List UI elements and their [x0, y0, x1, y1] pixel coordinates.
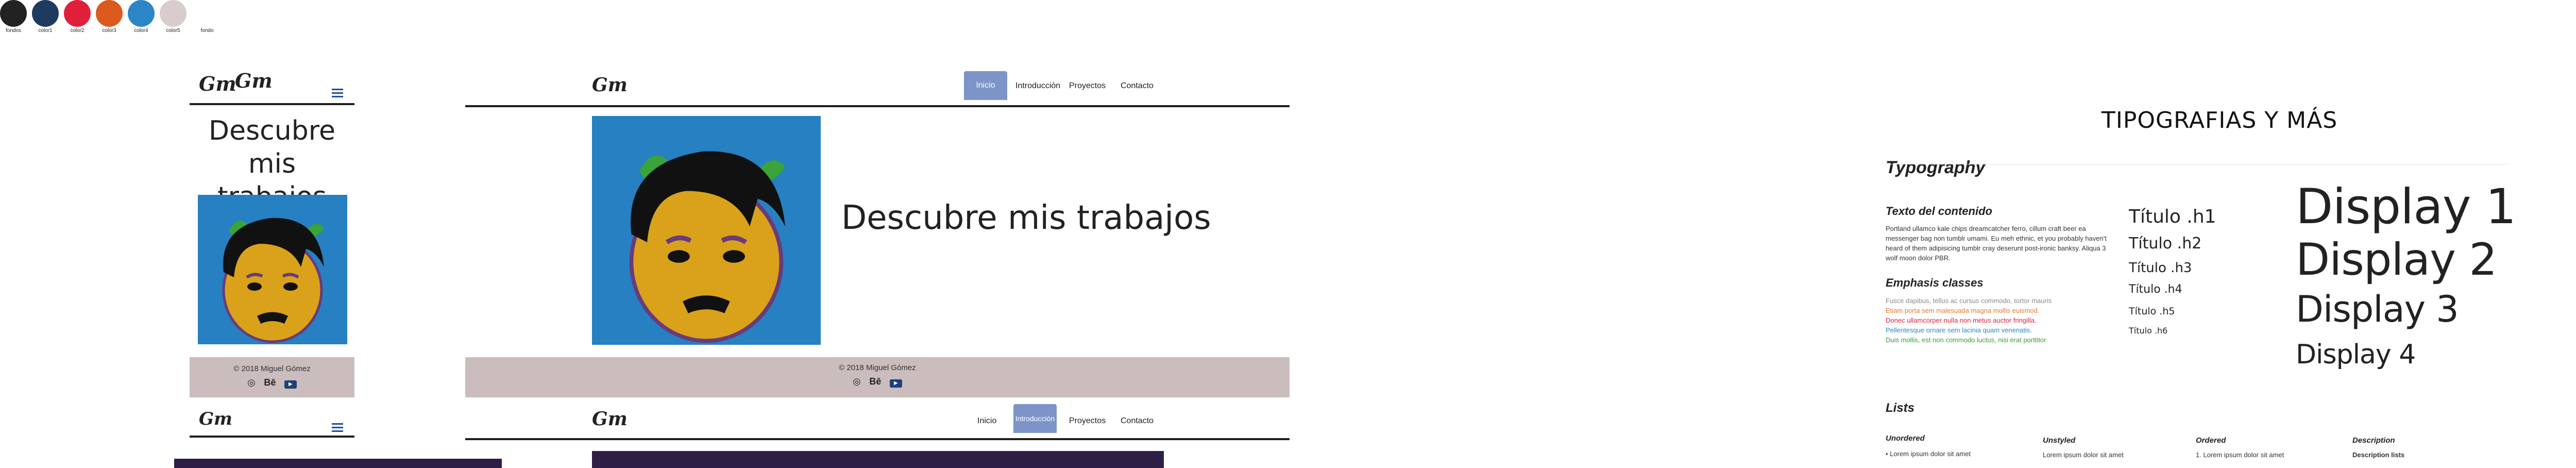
emphasis-info: Pellentesque ornare sem lacinia quam ven… — [1886, 326, 2032, 334]
social-links: ◎ Bē ▶ — [190, 377, 354, 389]
swatch-color1 — [32, 0, 59, 27]
instagram-icon[interactable]: ◎ — [247, 377, 256, 388]
emphasis-success: Duis mollis, est non commodo luctus, nis… — [1886, 336, 2046, 344]
swatch-label: color2 — [70, 28, 84, 34]
swatch-color3 — [96, 0, 123, 27]
hamburger-menu-icon[interactable] — [332, 423, 343, 425]
display-1: Display 1 — [2296, 179, 2516, 235]
content-heading: Texto del contenido — [1886, 205, 1992, 218]
swatch-label: fondo — [200, 28, 214, 34]
logo[interactable]: Gm — [592, 74, 628, 96]
list-ordered: Ordered 1. Lorem ipsum dolor sit amet — [2196, 436, 2340, 459]
nav-contacto[interactable]: Contacto — [1121, 416, 1154, 426]
list-item: 1. Lorem ipsum dolor sit amet — [2196, 451, 2284, 459]
desktop-header-2: Gm Inicio Introducción Proyectos Contact… — [465, 402, 1290, 440]
swatch-label: fondos — [5, 28, 22, 34]
copyright-text: 2018 Miguel Gómez — [241, 364, 311, 373]
mobile-header-2: Gm — [190, 405, 354, 438]
swatch-color4 — [128, 0, 155, 27]
lists-heading: Lists — [1886, 401, 1915, 415]
logo-secondary: Gm — [235, 69, 273, 92]
logo[interactable]: Gm — [199, 409, 232, 429]
copyright-row: © 2018 Miguel Gómez — [465, 363, 1290, 372]
list-item: Lorem ipsum dolor sit amet — [2043, 451, 2124, 459]
list-heading: Ordered — [2196, 436, 2226, 445]
mobile-project-banner — [174, 459, 502, 468]
mobile-avatar — [198, 195, 347, 344]
youtube-icon[interactable]: ▶ — [284, 380, 297, 389]
nav-contacto[interactable]: Contacto — [1121, 81, 1154, 91]
list-unordered: Unordered • Lorem ipsum dolor sit amet — [1886, 434, 2030, 458]
display-2: Display 2 — [2296, 234, 2497, 286]
swatch-color5 — [160, 0, 187, 27]
swatch-label: color3 — [102, 28, 116, 34]
heading-h3: Título .h3 — [2129, 260, 2192, 276]
behance-icon[interactable]: Bē — [264, 377, 276, 388]
typography-section-heading: Typography — [1886, 158, 1986, 177]
list-heading: Unstyled — [2043, 436, 2076, 445]
copyright-icon: © — [233, 364, 240, 373]
heading-h1: Título .h1 — [2129, 206, 2216, 227]
display-3: Display 3 — [2296, 288, 2459, 330]
emphasis-heading: Emphasis classes — [1886, 276, 1984, 289]
emphasis-danger: Donec ullamcorper nulla non metus auctor… — [1886, 316, 2037, 324]
desktop-avatar — [592, 116, 821, 345]
list-unstyled: Unstyled Lorem ipsum dolor sit amet — [2043, 436, 2187, 459]
typography-title: TIPOGRAFIAS Y MÁS — [2102, 107, 2338, 133]
logo[interactable]: Gm — [592, 408, 628, 430]
swatch-label: color5 — [166, 28, 180, 34]
instagram-icon[interactable]: ◎ — [853, 376, 861, 387]
desktop-hero-title: Descubre mis trabajos — [841, 199, 1211, 237]
copyright-row: © 2018 Miguel Gómez — [190, 364, 354, 373]
copyright-text: 2018 Miguel Gómez — [846, 363, 916, 372]
mobile-footer: © 2018 Miguel Gómez ◎ Bē ▶ — [190, 357, 354, 397]
list-item: • Lorem ipsum dolor sit amet — [1886, 450, 1971, 458]
nav-introduccion[interactable]: Introducción — [1015, 81, 1060, 91]
nav-introduccion[interactable]: Introducción — [1013, 404, 1057, 433]
emphasis-muted: Fusce dapibus, tellus ac cursus commodo,… — [1886, 297, 2052, 305]
list-heading: Description — [2352, 436, 2395, 445]
desktop-header: Gm Inicio Introducción Proyectos Contact… — [465, 67, 1290, 107]
nav-inicio[interactable]: Inicio — [977, 416, 996, 426]
hamburger-menu-icon[interactable] — [332, 89, 343, 90]
swatch-label: color1 — [38, 28, 53, 34]
emphasis-warning: Etiam porta sem malesuada magna mollis e… — [1886, 307, 2040, 314]
content-body: Portland ullamco kale chips dreamcatcher… — [1886, 225, 2107, 262]
nav-inicio[interactable]: Inicio — [964, 71, 1007, 100]
list-heading: Unordered — [1886, 434, 1925, 443]
youtube-icon[interactable]: ▶ — [889, 379, 902, 388]
logo[interactable]: Gm — [199, 72, 236, 95]
emphasis-list: Fusce dapibus, tellus ac cursus commodo,… — [1886, 296, 2123, 345]
swatch-fondos — [0, 0, 27, 27]
heading-h5: Título .h5 — [2129, 306, 2175, 317]
swatch-color2 — [64, 0, 91, 27]
nav-proyectos[interactable]: Proyectos — [1069, 81, 1106, 91]
list-item: Description lists — [2352, 451, 2405, 459]
display-4: Display 4 — [2296, 339, 2416, 370]
mobile-header: Gm Gm — [190, 67, 354, 105]
heading-h2: Título .h2 — [2129, 235, 2202, 253]
desktop-project-banner — [592, 451, 1164, 468]
heading-h6: Título .h6 — [2129, 326, 2168, 336]
heading-h4: Título .h4 — [2129, 283, 2182, 296]
list-description: Description Description lists — [2352, 436, 2497, 459]
behance-icon[interactable]: Bē — [869, 376, 881, 387]
social-links: ◎ Bē ▶ — [465, 376, 1290, 388]
swatch-label: color4 — [134, 28, 148, 34]
copyright-icon: © — [839, 363, 845, 372]
nav-proyectos[interactable]: Proyectos — [1069, 416, 1106, 426]
desktop-footer: © 2018 Miguel Gómez ◎ Bē ▶ — [465, 357, 1290, 397]
